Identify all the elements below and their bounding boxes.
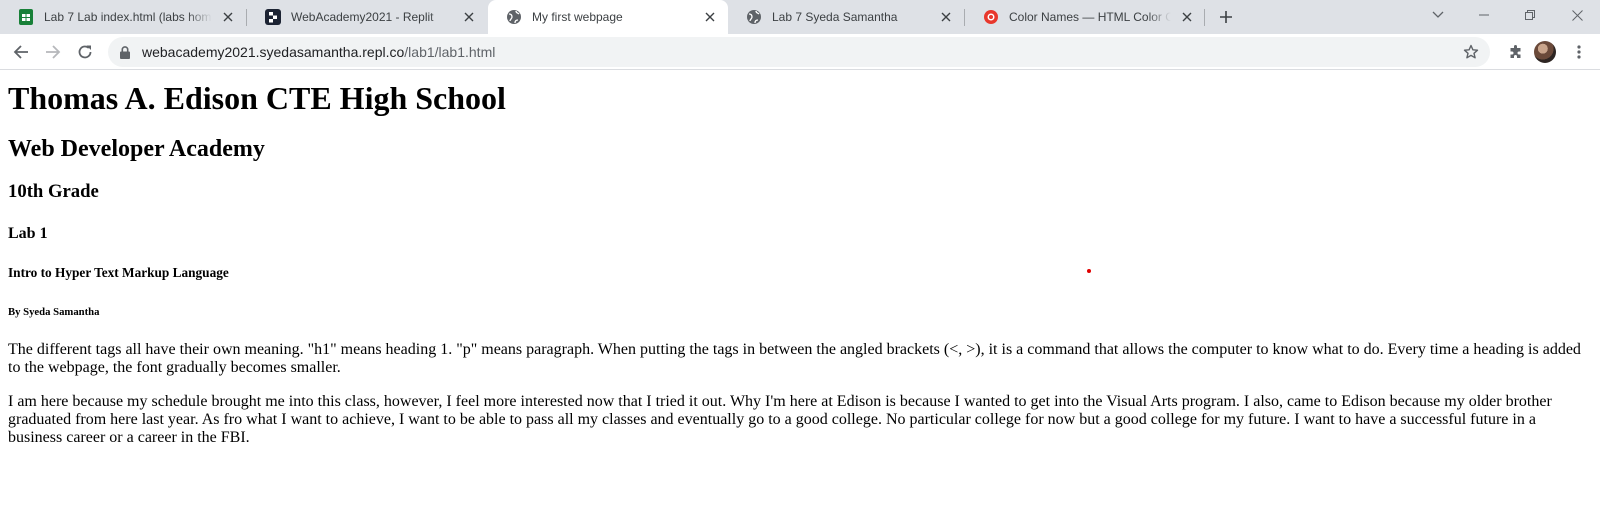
tab-title: Lab 7 Syeda Samantha <box>772 10 898 24</box>
heading-lab: Lab 1 <box>8 225 48 242</box>
close-icon[interactable] <box>218 7 238 27</box>
heading-author: By Syeda Samantha <box>8 306 100 318</box>
webpage-content: Thomas A. Edison CTE High School Web Dev… <box>0 70 1600 530</box>
lock-icon[interactable] <box>118 45 132 59</box>
tab-title: My first webpage <box>532 10 623 24</box>
heading-grade: 10th Grade <box>8 181 99 202</box>
tab-my-first-webpage[interactable]: My first webpage <box>488 0 728 34</box>
tab-search-icon[interactable] <box>1415 0 1461 30</box>
url-text[interactable]: webacademy2021.syedasamantha.repl.co/lab… <box>142 44 495 60</box>
close-window-icon[interactable] <box>1554 0 1600 30</box>
color-codes-icon <box>983 9 999 25</box>
tab-replit[interactable]: WebAcademy2021 - Replit <box>247 0 487 34</box>
heading-academy: Web Developer Academy <box>8 136 265 162</box>
google-sheets-icon <box>18 9 34 25</box>
globe-icon <box>506 9 522 25</box>
url-path: /lab1/lab1.html <box>404 44 496 60</box>
tab-color-names[interactable]: Color Names — HTML Color Codes <box>965 0 1205 34</box>
tab-title: Lab 7 Lab index.html (labs homepage) <box>44 10 212 24</box>
url-host: webacademy2021.syedasamantha.repl.co <box>142 44 405 60</box>
heading-school: Thomas A. Edison CTE High School <box>8 80 506 116</box>
browser-toolbar: webacademy2021.syedasamantha.repl.co/lab… <box>0 34 1600 70</box>
cursor-dot <box>1087 269 1091 273</box>
forward-icon[interactable] <box>39 38 67 66</box>
globe-icon <box>746 9 762 25</box>
close-icon[interactable] <box>459 7 479 27</box>
plus-icon[interactable] <box>1214 5 1238 29</box>
extensions-icon[interactable] <box>1502 38 1530 66</box>
tab-separator <box>1204 9 1205 26</box>
tab-lab7-index[interactable]: Lab 7 Lab index.html (labs homepage) <box>0 0 246 34</box>
avatar[interactable] <box>1534 41 1556 63</box>
star-icon[interactable] <box>1462 43 1480 61</box>
minimize-icon[interactable] <box>1461 0 1507 30</box>
tab-lab7-syeda[interactable]: Lab 7 Syeda Samantha <box>728 0 964 34</box>
tab-title: WebAcademy2021 - Replit <box>291 10 434 24</box>
paragraph-tags: The different tags all have their own me… <box>8 341 1581 376</box>
replit-icon <box>265 9 281 25</box>
menu-icon[interactable] <box>1565 38 1593 66</box>
back-icon[interactable] <box>7 38 35 66</box>
restore-icon[interactable] <box>1507 0 1553 30</box>
close-icon[interactable] <box>700 7 720 27</box>
address-bar[interactable]: webacademy2021.syedasamantha.repl.co/lab… <box>108 37 1490 67</box>
heading-intro: Intro to Hyper Text Markup Language <box>8 265 229 280</box>
paragraph-about-me: I am here because my schedule brought me… <box>8 393 1552 446</box>
tab-title: Color Names — HTML Color Codes <box>1009 10 1171 24</box>
reload-icon[interactable] <box>71 38 99 66</box>
tab-strip: Lab 7 Lab index.html (labs homepage) Web… <box>0 0 1600 34</box>
close-icon[interactable] <box>1177 7 1197 27</box>
close-icon[interactable] <box>936 7 956 27</box>
